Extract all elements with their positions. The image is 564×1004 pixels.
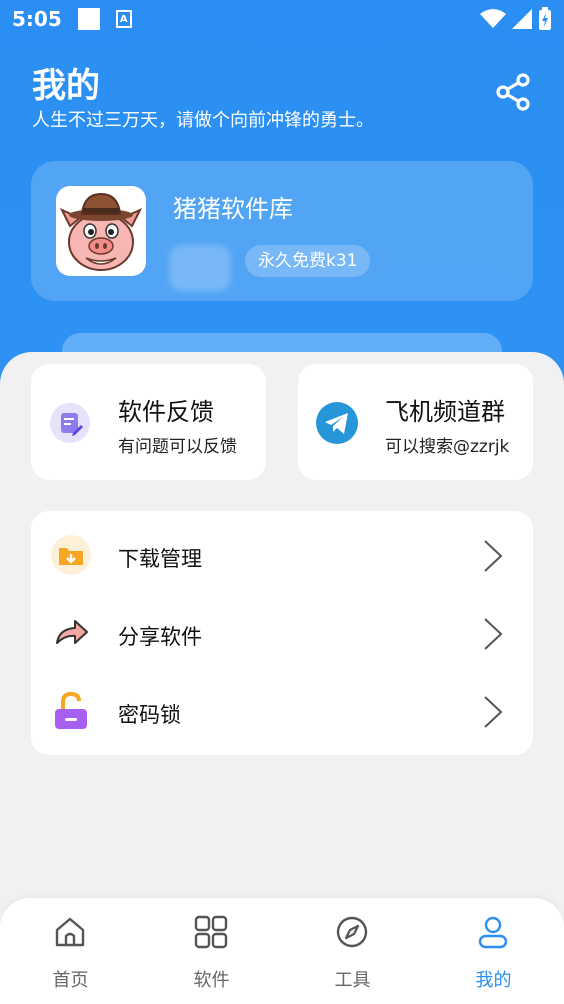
page-title: 我的 xyxy=(32,66,100,106)
nav-label-software: 软件 xyxy=(193,970,230,991)
grid-icon xyxy=(194,915,228,949)
share-icon xyxy=(496,73,530,111)
telegram-subtitle: 可以搜索@zzrjk xyxy=(385,437,510,457)
nav-label-home: 首页 xyxy=(52,970,89,991)
home-icon xyxy=(55,917,85,947)
share-arrow-icon xyxy=(56,620,88,644)
chevron-right-icon xyxy=(484,696,503,728)
feedback-card[interactable]: 软件反馈 有问题可以反馈 xyxy=(31,364,266,480)
profile-card[interactable]: 猪猪软件库 永久免费k31 xyxy=(31,161,533,301)
menu-item-lock[interactable]: 密码锁 xyxy=(31,673,533,751)
download-folder-icon xyxy=(51,535,91,575)
menu-item-download[interactable]: 下载管理 xyxy=(31,517,533,595)
feedback-subtitle: 有问题可以反馈 xyxy=(118,437,237,457)
status-bar: 5:05 A xyxy=(0,0,564,38)
nav-home[interactable]: 首页 xyxy=(0,898,141,1004)
feedback-title: 软件反馈 xyxy=(118,398,214,426)
nav-software[interactable]: 软件 xyxy=(141,898,282,1004)
battery-icon xyxy=(539,7,551,30)
menu-card: 下载管理 分享软件 密码锁 xyxy=(31,511,533,755)
avatar xyxy=(56,186,146,276)
telegram-icon xyxy=(316,402,358,444)
profile-tag: 永久免费k31 xyxy=(245,245,371,277)
nav-mine[interactable]: 我的 xyxy=(423,898,564,1004)
notification-square-icon xyxy=(77,8,100,30)
nav-label-tools: 工具 xyxy=(334,970,371,991)
nav-label-mine: 我的 xyxy=(475,970,512,991)
chevron-right-icon xyxy=(484,540,503,572)
lock-icon xyxy=(55,691,87,729)
signal-icon xyxy=(512,9,532,29)
wifi-icon xyxy=(480,9,506,28)
menu-label-download: 下载管理 xyxy=(118,547,202,571)
user-icon xyxy=(478,916,508,949)
bottom-nav: 首页 软件 工具 我的 xyxy=(0,898,564,1004)
feedback-icon xyxy=(50,403,90,443)
menu-item-share[interactable]: 分享软件 xyxy=(31,595,533,673)
menu-label-lock: 密码锁 xyxy=(118,703,181,727)
share-button[interactable] xyxy=(494,72,534,112)
telegram-card[interactable]: 飞机频道群 可以搜索@zzrjk xyxy=(298,364,533,480)
blurred-badge xyxy=(169,245,231,291)
pig-avatar-icon xyxy=(59,192,143,271)
page-subtitle: 人生不过三万天，请做个向前冲锋的勇士。 xyxy=(32,110,374,131)
notification-a-icon: A xyxy=(115,10,132,28)
profile-name: 猪猪软件库 xyxy=(173,195,293,223)
status-time: 5:05 xyxy=(12,7,62,31)
compass-icon xyxy=(336,916,368,948)
menu-label-share: 分享软件 xyxy=(118,625,202,649)
nav-tools[interactable]: 工具 xyxy=(282,898,423,1004)
telegram-title: 飞机频道群 xyxy=(385,398,505,426)
chevron-right-icon xyxy=(484,618,503,650)
